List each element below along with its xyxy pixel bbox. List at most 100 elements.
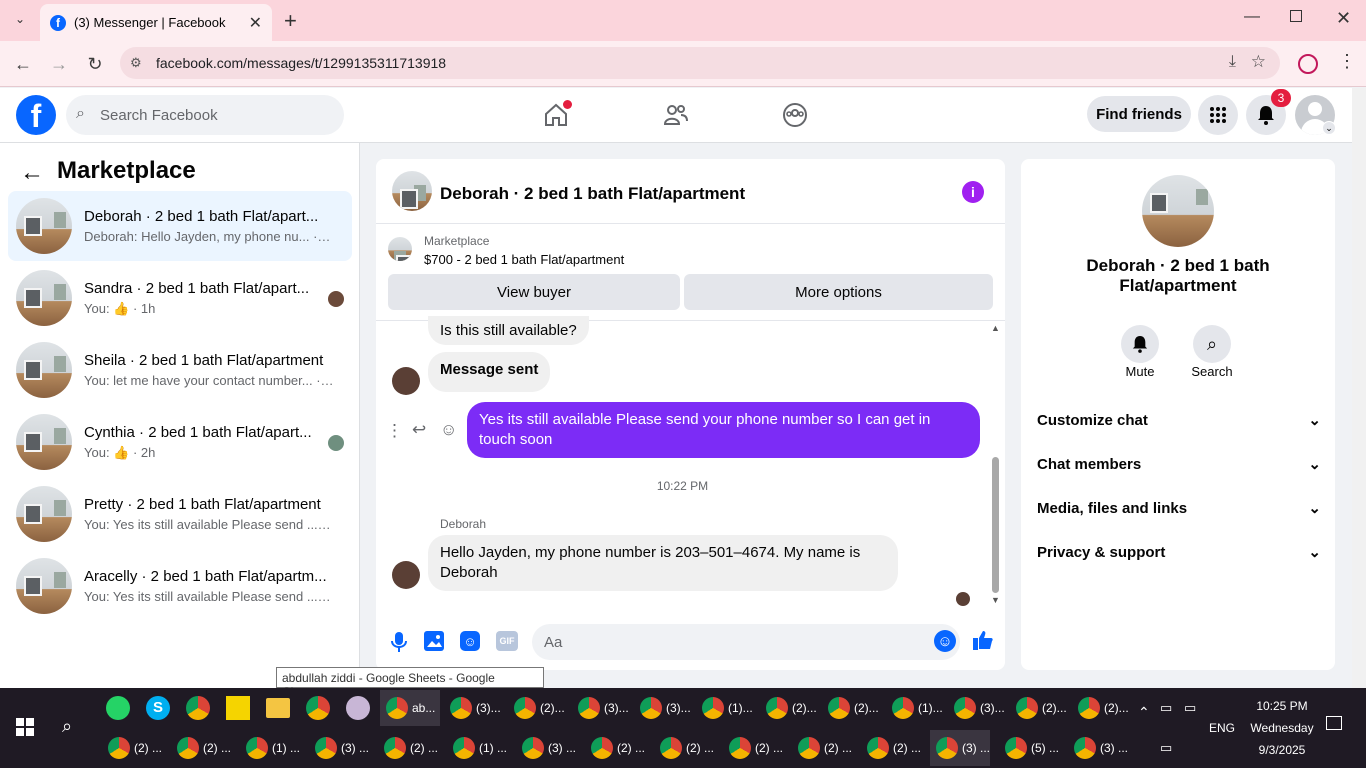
taskbar-chrome-window[interactable]: (2) ... — [792, 730, 852, 766]
close-tab-icon[interactable]: ✕ — [249, 13, 262, 33]
taskbar-chrome-window[interactable]: (1) ... — [240, 730, 300, 766]
account-chevron-icon[interactable]: ⌄ — [1322, 121, 1336, 135]
find-friends-button[interactable]: Find friends — [1087, 96, 1191, 132]
taskbar-chrome-window[interactable]: (5) ... — [999, 730, 1059, 766]
network-icon[interactable]: ▭ — [1184, 700, 1196, 716]
paint-icon[interactable] — [346, 696, 370, 720]
chat-members-row[interactable]: Chat members ⌄ — [1037, 444, 1321, 484]
chrome-icon[interactable] — [186, 696, 210, 720]
meet-now-icon[interactable]: ▭ — [1160, 700, 1172, 716]
menu-grid-icon[interactable] — [1198, 95, 1238, 135]
taskbar-chrome-window[interactable]: ab... — [380, 690, 440, 726]
more-actions-icon[interactable]: ⋮ — [386, 421, 403, 441]
reply-icon[interactable]: ↩ — [412, 420, 426, 440]
home-icon[interactable] — [543, 100, 572, 128]
more-options-button[interactable]: More options — [684, 274, 993, 310]
taskbar-chrome-window[interactable]: (3) ... — [930, 730, 990, 766]
windows-start-icon[interactable] — [16, 718, 34, 736]
taskbar-chrome-window[interactable]: (2) ... — [171, 730, 231, 766]
customize-chat-row[interactable]: Customize chat ⌄ — [1037, 400, 1321, 440]
taskbar-chrome-window[interactable]: (2)... — [822, 690, 882, 726]
whatsapp-icon[interactable] — [106, 696, 130, 720]
react-emoji-icon[interactable]: ☺ — [440, 420, 457, 440]
taskbar-chrome-window[interactable]: (3)... — [444, 690, 504, 726]
conversation-item[interactable]: Sheila · 2 bed 1 bath Flat/apartment You… — [8, 335, 352, 405]
message-input[interactable]: Aa ☺ — [532, 624, 960, 660]
taskbar-chrome-window[interactable]: (2) ... — [102, 730, 162, 766]
info-icon[interactable]: i — [962, 181, 984, 203]
search-in-chat-icon[interactable]: ⌕ — [1193, 325, 1231, 363]
listing-title[interactable]: $700 - 2 bed 1 bath Flat/apartment — [424, 252, 624, 267]
conversation-item[interactable]: Deborah · 2 bed 1 bath Flat/apart... Deb… — [8, 191, 352, 261]
mute-bell-icon[interactable] — [1121, 325, 1159, 363]
friends-icon[interactable] — [663, 103, 689, 127]
taskbar-chrome-window[interactable]: (2) ... — [654, 730, 714, 766]
chat-title[interactable]: Deborah · 2 bed 1 bath Flat/apartment — [440, 184, 745, 204]
taskbar-chrome-window[interactable]: (3) ... — [309, 730, 369, 766]
notification-center-icon[interactable] — [1326, 716, 1342, 730]
section-label: Chat members — [1037, 455, 1142, 473]
taskbar-chrome-window[interactable]: (3)... — [948, 690, 1008, 726]
search-input[interactable]: ⌕ Search Facebook — [66, 95, 344, 135]
skype-icon[interactable]: S — [146, 696, 170, 720]
conversation-item[interactable]: Sandra · 2 bed 1 bath Flat/apart... You:… — [8, 263, 352, 333]
privacy-support-row[interactable]: Privacy & support ⌄ — [1037, 532, 1321, 572]
battery-icon[interactable]: ▭ — [1160, 740, 1172, 756]
close-window-icon[interactable]: ✕ — [1336, 8, 1351, 29]
tab-messenger[interactable]: f (3) Messenger | Facebook ✕ — [40, 4, 272, 41]
tab-list-icon[interactable]: ⌄ — [10, 12, 30, 30]
install-app-icon[interactable]: ⤓ — [1229, 53, 1236, 71]
taskbar-chrome-window[interactable]: (3)... — [572, 690, 632, 726]
conversation-item[interactable]: Pretty · 2 bed 1 bath Flat/apartment You… — [8, 479, 352, 549]
restore-icon[interactable] — [1290, 10, 1302, 22]
taskbar-chrome-window[interactable]: (1)... — [696, 690, 756, 726]
reload-icon[interactable]: ↻ — [84, 53, 106, 75]
taskbar-chrome-window[interactable]: (1) ... — [447, 730, 507, 766]
taskbar-chrome-window[interactable]: (3) ... — [516, 730, 576, 766]
site-info-icon[interactable]: ⚙ — [130, 55, 142, 71]
taskbar-chrome-window[interactable]: (1)... — [886, 690, 946, 726]
facebook-logo-icon[interactable]: f — [16, 95, 56, 135]
conversation-item[interactable]: Aracelly · 2 bed 1 bath Flat/apartm... Y… — [8, 551, 352, 621]
view-buyer-button[interactable]: View buyer — [388, 274, 680, 310]
minimize-icon[interactable]: — — [1244, 8, 1260, 26]
taskbar-chrome-window[interactable]: (2)... — [760, 690, 820, 726]
profile-icon[interactable] — [1298, 54, 1318, 74]
chat-scrollbar[interactable]: ▲ ▼ — [990, 323, 1000, 607]
new-tab-icon[interactable]: + — [284, 8, 297, 34]
taskbar-chrome-window[interactable]: (2) ... — [378, 730, 438, 766]
file-explorer-icon[interactable] — [266, 698, 290, 718]
sticky-notes-icon[interactable] — [226, 696, 250, 720]
sticker-icon[interactable]: ☺ — [460, 631, 480, 651]
language-indicator[interactable]: ENG — [1209, 721, 1235, 735]
chrome-icon[interactable] — [306, 696, 330, 720]
chat-avatar[interactable] — [392, 171, 432, 211]
taskbar-chrome-window[interactable]: (2)... — [1072, 690, 1132, 726]
taskbar-chrome-window[interactable]: (3)... — [634, 690, 694, 726]
url-input[interactable]: ⚙ facebook.com/messages/t/12991353117139… — [120, 47, 1280, 79]
conversation-item[interactable]: Cynthia · 2 bed 1 bath Flat/apart... You… — [8, 407, 352, 477]
emoji-icon[interactable]: ☺ — [934, 630, 956, 652]
chrome-icon — [246, 737, 268, 759]
forward-icon[interactable]: → — [48, 53, 70, 75]
microphone-icon[interactable] — [390, 631, 408, 653]
page-scrollbar[interactable] — [1352, 88, 1366, 688]
back-arrow-icon[interactable]: ← — [20, 159, 44, 187]
taskbar-chrome-window[interactable]: (2) ... — [585, 730, 645, 766]
thumbs-up-icon[interactable] — [972, 629, 994, 651]
show-hidden-icons-chevron[interactable]: ⌃ — [1138, 704, 1150, 721]
clock-time[interactable]: 10:25 PM — [1240, 699, 1324, 713]
taskbar-search-icon[interactable]: ⌕ — [62, 716, 72, 737]
photo-icon[interactable] — [424, 631, 444, 651]
groups-icon[interactable] — [782, 102, 808, 128]
bookmark-star-icon[interactable]: ☆ — [1251, 52, 1266, 72]
taskbar-chrome-window[interactable]: (2) ... — [723, 730, 783, 766]
taskbar-chrome-window[interactable]: (3) ... — [1068, 730, 1128, 766]
back-icon[interactable]: ← — [12, 53, 34, 75]
chrome-menu-icon[interactable]: ⋮ — [1338, 51, 1356, 72]
gif-icon[interactable]: GIF — [496, 631, 518, 651]
taskbar-chrome-window[interactable]: (2) ... — [861, 730, 921, 766]
taskbar-chrome-window[interactable]: (2)... — [1010, 690, 1070, 726]
taskbar-chrome-window[interactable]: (2)... — [508, 690, 568, 726]
media-files-links-row[interactable]: Media, files and links ⌄ — [1037, 488, 1321, 528]
